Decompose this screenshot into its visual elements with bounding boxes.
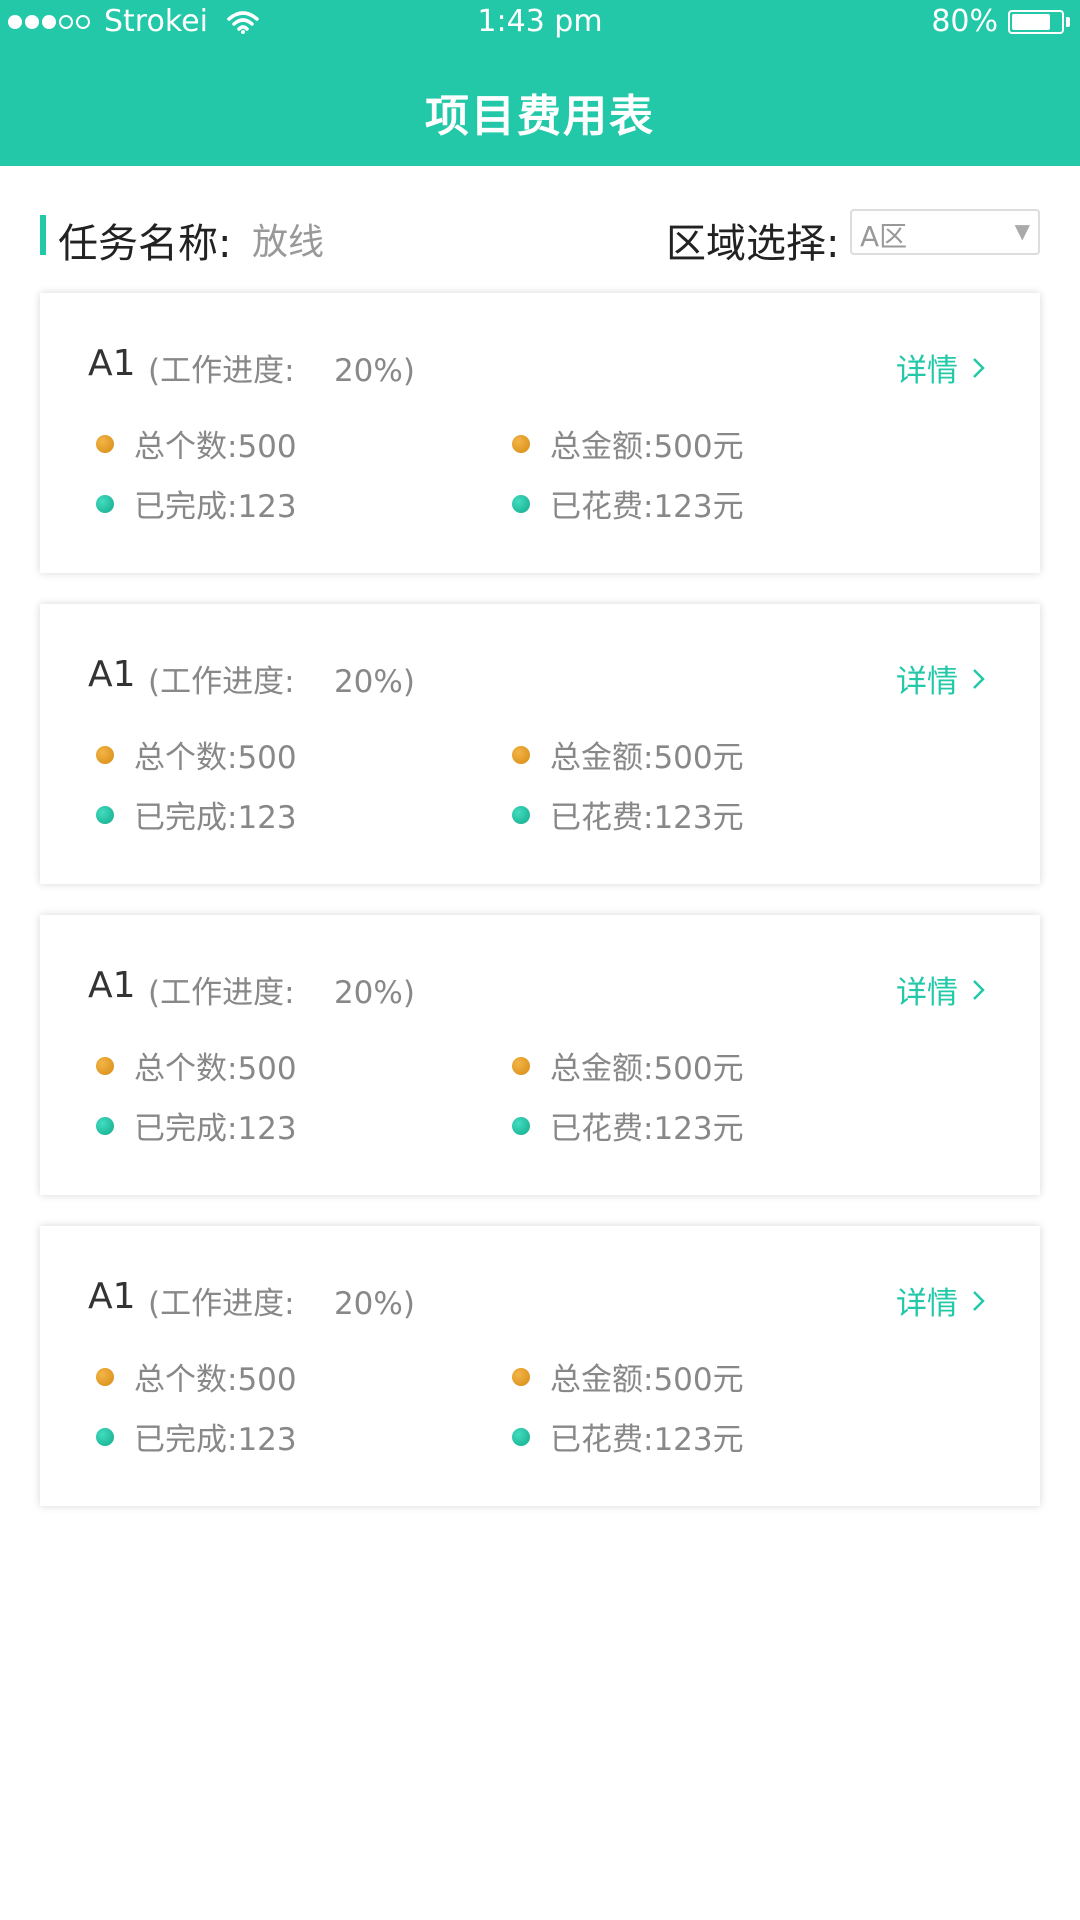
amount-spent-text: 已花费:123元 (550, 1111, 744, 1147)
total-amount-text: 总金额:500元 (550, 1051, 744, 1087)
total-amount: 总金额:500元 (512, 421, 744, 466)
total-count: 总个数:500 (96, 421, 297, 466)
teal-dot-icon (96, 1116, 114, 1135)
page-title: 项目费用表 (425, 91, 655, 142)
work-progress: (工作进度: 20%) (148, 664, 415, 700)
project-card: A1 (工作进度: 20%) 详情 总个数:500 总金额:500元 已完成:1… (40, 1226, 1040, 1506)
chevron-right-icon (973, 357, 985, 378)
orange-dot-icon (512, 1367, 530, 1386)
orange-dot-icon (96, 434, 114, 453)
card-name: A1 (88, 1276, 136, 1317)
accent-bar (40, 215, 46, 255)
orange-dot-icon (512, 745, 530, 764)
orange-dot-icon (96, 1056, 114, 1075)
filter-row: 任务名称: 放线 区域选择: A区 ▼ (40, 205, 1040, 267)
completed-count: 已完成:123 (96, 792, 297, 837)
battery-percentage: 80% (931, 4, 998, 39)
completed-count-text: 已完成:123 (134, 489, 297, 525)
work-progress: (工作进度: 20%) (148, 1286, 415, 1322)
amount-spent: 已花费:123元 (512, 792, 744, 837)
teal-dot-icon (512, 1427, 530, 1446)
orange-dot-icon (512, 1056, 530, 1075)
detail-label: 详情 (896, 353, 958, 389)
status-time: 1:43 pm (477, 4, 603, 39)
region-select-value: A区 (860, 220, 908, 253)
task-name-value: 放线 (252, 222, 325, 263)
completed-count-text: 已完成:123 (134, 1422, 297, 1458)
amount-spent: 已花费:123元 (512, 481, 744, 526)
completed-count: 已完成:123 (96, 1414, 297, 1459)
teal-dot-icon (96, 805, 114, 824)
work-progress: (工作进度: 20%) (148, 975, 415, 1011)
total-amount: 总金额:500元 (512, 1354, 744, 1399)
total-amount-text: 总金额:500元 (550, 1362, 744, 1398)
card-name: A1 (88, 965, 136, 1006)
project-card: A1 (工作进度: 20%) 详情 总个数:500 总金额:500元 已完成:1… (40, 293, 1040, 573)
battery-level (1012, 13, 1050, 30)
total-count: 总个数:500 (96, 1354, 297, 1399)
status-right: 80% (931, 4, 1070, 39)
battery-tip (1066, 16, 1070, 27)
chevron-right-icon (973, 668, 985, 689)
total-amount: 总金额:500元 (512, 732, 744, 777)
total-amount-text: 总金额:500元 (550, 429, 744, 465)
chevron-right-icon (973, 979, 985, 1000)
triangle-down-icon: ▼ (1014, 219, 1030, 243)
teal-dot-icon (512, 805, 530, 824)
detail-link[interactable]: 详情 (896, 656, 986, 701)
battery-icon (1008, 9, 1064, 34)
orange-dot-icon (512, 434, 530, 453)
total-count: 总个数:500 (96, 732, 297, 777)
amount-spent-text: 已花费:123元 (550, 489, 744, 525)
card-name: A1 (88, 343, 136, 384)
detail-label: 详情 (896, 664, 958, 700)
detail-link[interactable]: 详情 (896, 1278, 986, 1323)
chevron-right-icon (973, 1290, 985, 1311)
total-amount-text: 总金额:500元 (550, 740, 744, 776)
total-count-text: 总个数:500 (134, 429, 297, 465)
amount-spent: 已花费:123元 (512, 1103, 744, 1148)
orange-dot-icon (96, 1367, 114, 1386)
card-name: A1 (88, 654, 136, 695)
teal-dot-icon (96, 494, 114, 513)
teal-dot-icon (96, 1427, 114, 1446)
completed-count-text: 已完成:123 (134, 800, 297, 836)
total-amount: 总金额:500元 (512, 1043, 744, 1088)
project-card: A1 (工作进度: 20%) 详情 总个数:500 总金额:500元 已完成:1… (40, 604, 1040, 884)
work-progress: (工作进度: 20%) (148, 353, 415, 389)
detail-label: 详情 (896, 1286, 958, 1322)
region-select[interactable]: A区 ▼ (850, 209, 1040, 255)
total-count: 总个数:500 (96, 1043, 297, 1088)
status-bar: Strokei 1:43 pm 80% (0, 0, 1080, 50)
task-name-label: 任务名称: (58, 221, 232, 267)
teal-dot-icon (512, 1116, 530, 1135)
total-count-text: 总个数:500 (134, 740, 297, 776)
detail-label: 详情 (896, 975, 958, 1011)
total-count-text: 总个数:500 (134, 1051, 297, 1087)
app-header: Strokei 1:43 pm 80% 项目费用表 (0, 0, 1080, 166)
region-select-label: 区域选择: (666, 221, 840, 267)
amount-spent: 已花费:123元 (512, 1414, 744, 1459)
amount-spent-text: 已花费:123元 (550, 800, 744, 836)
teal-dot-icon (512, 494, 530, 513)
completed-count: 已完成:123 (96, 481, 297, 526)
detail-link[interactable]: 详情 (896, 967, 986, 1012)
detail-link[interactable]: 详情 (896, 345, 986, 390)
total-count-text: 总个数:500 (134, 1362, 297, 1398)
completed-count-text: 已完成:123 (134, 1111, 297, 1147)
amount-spent-text: 已花费:123元 (550, 1422, 744, 1458)
completed-count: 已完成:123 (96, 1103, 297, 1148)
orange-dot-icon (96, 745, 114, 764)
project-card: A1 (工作进度: 20%) 详情 总个数:500 总金额:500元 已完成:1… (40, 915, 1040, 1195)
